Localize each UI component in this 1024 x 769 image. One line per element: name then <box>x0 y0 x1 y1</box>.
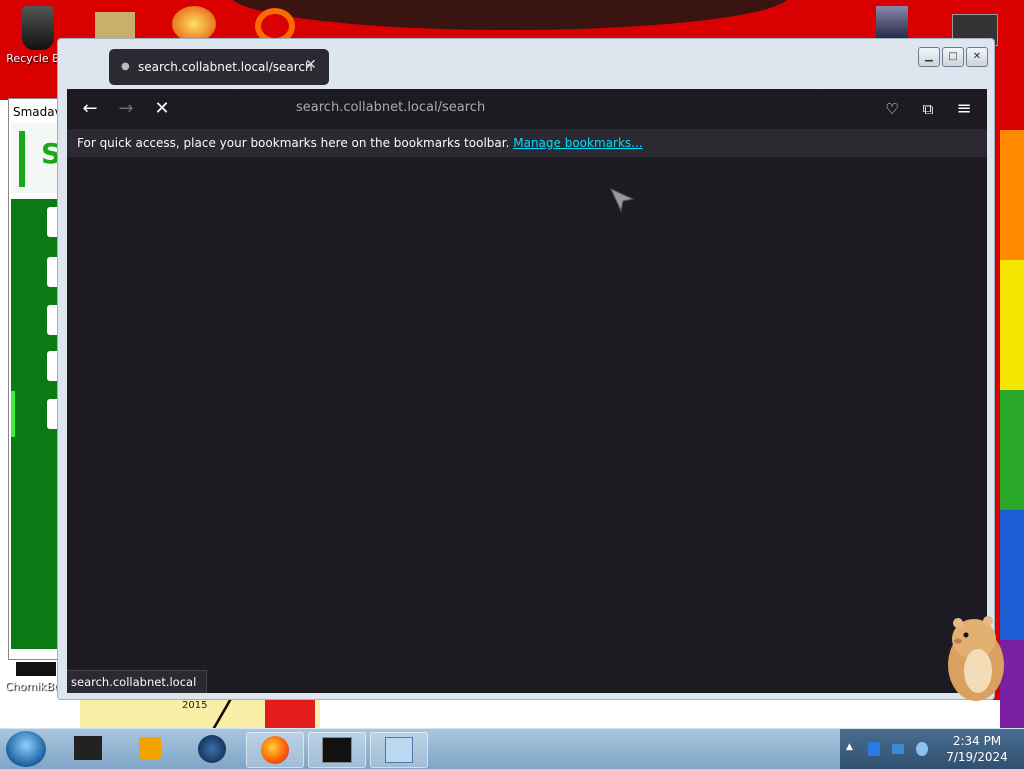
bookmarks-toolbar: For quick access, place your bookmarks h… <box>67 129 987 157</box>
status-text: search.collabnet.local <box>71 675 197 689</box>
taskbar-firefox-icon[interactable] <box>246 732 304 768</box>
tray-app-icon[interactable] <box>868 742 880 756</box>
tab-strip: ● search.collabnet.local/search ✕ ▁ □ ✕ <box>58 39 994 89</box>
hamster-mascot-icon[interactable] <box>940 605 1006 705</box>
pocket-icon[interactable]: ♡ <box>880 97 904 121</box>
browser-window[interactable]: ● search.collabnet.local/search ✕ ▁ □ ✕ … <box>57 38 995 700</box>
menu-hamburger-icon[interactable]: ≡ <box>952 97 976 121</box>
minimize-button[interactable]: ▁ <box>918 47 940 67</box>
extensions-icon[interactable]: ⧉ <box>916 97 940 121</box>
stop-loading-icon[interactable]: ✕ <box>150 97 174 121</box>
maximize-button[interactable]: □ <box>942 47 964 67</box>
back-arrow-icon[interactable]: ← <box>78 97 102 121</box>
forward-arrow-icon[interactable]: → <box>114 97 138 121</box>
url-text[interactable]: search.collabnet.local/search <box>296 100 485 115</box>
folder2-desktop-icon[interactable] <box>876 6 908 40</box>
browser-tab[interactable]: ● search.collabnet.local/search ✕ <box>109 49 329 85</box>
status-bar: search.collabnet.local <box>67 670 208 693</box>
manage-bookmarks-link[interactable]: Manage bookmarks... <box>513 136 642 150</box>
taskbar-media-player-icon[interactable] <box>122 732 178 766</box>
system-tray: ▲ 2:34 PM 7/19/2024 <box>840 729 1024 769</box>
wallpaper-bottom: 2015 <box>60 700 1000 730</box>
app-desktop-icon[interactable] <box>172 6 216 42</box>
desktop-partial-label: 2015 <box>182 700 208 711</box>
taskbar-network-icon[interactable] <box>184 732 240 766</box>
clock[interactable]: 2:34 PM 7/19/2024 <box>940 733 1014 765</box>
tab-loading-icon: ● <box>121 61 130 72</box>
page-content[interactable]: search.collabnet.local <box>67 157 987 693</box>
taskbar-notepad-icon[interactable] <box>370 732 428 768</box>
nav-toolbar: ← → ✕ search.collabnet.local/search ♡ ⧉ … <box>67 89 987 129</box>
start-button[interactable] <box>6 731 46 767</box>
tab-close-icon[interactable]: ✕ <box>305 57 317 73</box>
taskbar-terminal-icon[interactable] <box>60 732 116 766</box>
bookmarks-message: For quick access, place your bookmarks h… <box>77 136 510 150</box>
background-app-title: Smadav <box>13 105 62 119</box>
url-bar[interactable]: search.collabnet.local/search <box>234 92 820 124</box>
tray-network-icon[interactable] <box>916 742 928 756</box>
mouse-cursor-icon <box>609 187 635 213</box>
tray-expand-icon[interactable]: ▲ <box>846 742 858 756</box>
taskbar: ▲ 2:34 PM 7/19/2024 <box>0 728 1024 769</box>
taskbar-console-icon[interactable] <box>308 732 366 768</box>
close-window-button[interactable]: ✕ <box>966 47 988 67</box>
clock-time: 2:34 PM <box>952 734 1002 748</box>
tray-display-icon[interactable] <box>892 744 904 754</box>
tab-title: search.collabnet.local/search <box>138 60 313 74</box>
clock-date: 7/19/2024 <box>946 750 1008 764</box>
